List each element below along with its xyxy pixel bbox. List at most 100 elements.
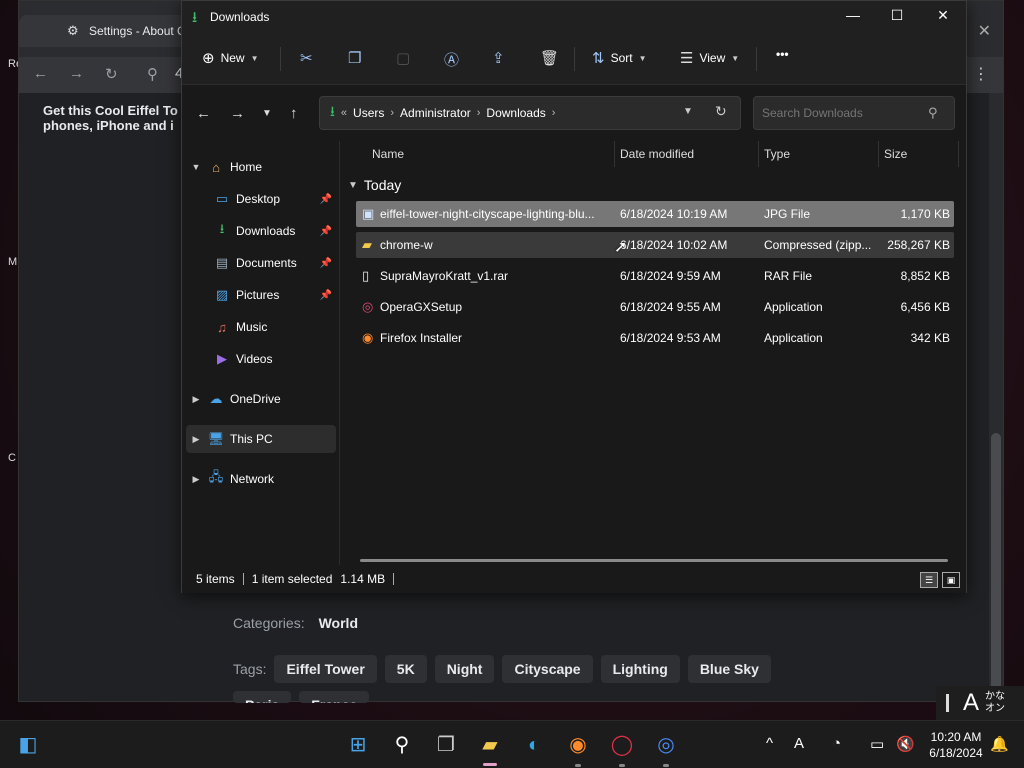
network-icon[interactable]: ▭	[870, 735, 884, 753]
nav-item-network[interactable]: ▶ 🖧 Network	[186, 465, 336, 493]
opera-icon[interactable]: ◯	[608, 731, 636, 759]
column-type[interactable]: Type	[764, 147, 790, 161]
view-button[interactable]: ☰ View ▼	[680, 49, 739, 67]
pin-icon[interactable]: 📌	[320, 258, 332, 269]
copy-button[interactable]: ❐	[348, 49, 361, 67]
browser-scrollbar[interactable]	[989, 93, 1003, 733]
tag-link[interactable]: France	[299, 691, 370, 703]
volume-muted-icon[interactable]: 🔇	[896, 735, 915, 753]
column-date-modified[interactable]: Date modified	[620, 147, 694, 161]
reload-icon[interactable]: ↻	[105, 65, 118, 83]
chevron-right-icon[interactable]: ›	[552, 107, 556, 119]
column-divider[interactable]	[958, 141, 959, 167]
chevron-right-icon[interactable]: ▶	[186, 394, 206, 405]
address-input[interactable]: ⭳ « Users › Administrator › Downloads ›	[319, 96, 741, 130]
tag-link[interactable]: Blue Sky	[687, 655, 771, 683]
nav-item-onedrive[interactable]: ▶ ☁ OneDrive	[186, 385, 336, 413]
back-arrow-icon[interactable]: ←	[196, 105, 211, 122]
chevron-down-icon[interactable]: ▼	[186, 162, 206, 172]
ime-indicator[interactable]: A かな オン	[936, 686, 1024, 720]
sort-button[interactable]: ⇅ Sort ▼	[592, 49, 647, 67]
horizontal-scrollbar[interactable]	[360, 559, 948, 562]
search-icon[interactable]: ⚲	[388, 731, 416, 759]
breadcrumb-administrator[interactable]: Administrator	[400, 106, 471, 120]
group-header-today[interactable]: ▼ Today	[348, 177, 401, 193]
category-link[interactable]: World	[319, 615, 358, 631]
title-bar[interactable]: ⭳ Downloads — ☐ ✕	[182, 1, 966, 33]
ime-icon[interactable]: ◔	[832, 735, 841, 752]
chevron-right-icon[interactable]: ›	[477, 107, 481, 119]
paste-button[interactable]: ▢	[396, 49, 410, 67]
file-row[interactable]: ▣ eiffel-tower-night-cityscape-lighting-…	[356, 201, 954, 227]
pin-icon[interactable]: 📌	[320, 194, 332, 205]
file-row[interactable]: ◉ Firefox Installer 6/18/2024 9:53 AM Ap…	[356, 325, 954, 351]
chevron-right-icon[interactable]: ▶	[186, 474, 206, 485]
column-divider[interactable]	[758, 141, 759, 167]
clock[interactable]: 10:20 AM 6/18/2024	[926, 729, 986, 761]
search-input[interactable]	[753, 96, 955, 130]
nav-item-downloads[interactable]: ⭳ Downloads 📌	[212, 217, 336, 245]
close-icon[interactable]: ✕	[978, 21, 991, 41]
edge-icon[interactable]: ◐	[520, 731, 548, 759]
forward-arrow-icon[interactable]: →	[230, 105, 245, 122]
tag-link[interactable]: Night	[434, 655, 495, 683]
tag-link[interactable]: Eiffel Tower	[274, 655, 377, 683]
refresh-icon[interactable]: ↻	[715, 103, 727, 120]
nav-item-videos[interactable]: ▶ Videos	[212, 345, 336, 373]
firefox-icon[interactable]: ◉	[564, 731, 592, 759]
nav-item-documents[interactable]: ▤ Documents 📌	[212, 249, 336, 277]
file-row[interactable]: ◎ OperaGXSetup 6/18/2024 9:55 AM Applica…	[356, 294, 954, 320]
browser-tab-settings[interactable]: ⚙ Settings - About C	[19, 15, 189, 47]
rename-button[interactable]: Ⓐ	[444, 49, 459, 70]
new-button[interactable]: ⊕ New ▼	[202, 49, 259, 67]
back-arrow-icon[interactable]: ←	[33, 65, 48, 82]
nav-item-pictures[interactable]: ▨ Pictures 📌	[212, 281, 336, 309]
tag-link[interactable]: Paris	[233, 691, 292, 703]
column-divider[interactable]	[878, 141, 879, 167]
maximize-icon[interactable]: ☐	[874, 7, 920, 27]
details-view-icon[interactable]: ☰	[920, 572, 938, 588]
file-row[interactable]: ▯ SupraMayroKratt_v1.rar 6/18/2024 9:59 …	[356, 263, 954, 289]
chevron-down-icon[interactable]: ▼	[683, 106, 693, 117]
nav-item-music[interactable]: ♫ Music	[212, 313, 336, 341]
nav-item-this-pc[interactable]: ▶ 🖥 This PC	[186, 425, 336, 453]
nav-item-desktop[interactable]: ▭ Desktop 📌	[212, 185, 336, 213]
file-explorer-icon[interactable]: ▰	[476, 731, 504, 759]
breadcrumb-overflow[interactable]: «	[341, 107, 347, 119]
task-view-icon[interactable]: ❐	[432, 731, 460, 759]
file-row[interactable]: ▰ chrome-w 6/18/2024 10:02 AM Compressed…	[356, 232, 954, 258]
minimize-icon[interactable]: —	[830, 7, 876, 27]
desktop-icon-label[interactable]: C	[8, 452, 16, 464]
tag-link[interactable]: Cityscape	[502, 655, 593, 683]
tiles-view-icon[interactable]: ▣	[942, 572, 960, 588]
chevron-right-icon[interactable]: ▶	[186, 434, 206, 445]
input-indicator-icon[interactable]: A	[794, 735, 804, 752]
chrome-icon[interactable]: ◎	[652, 731, 680, 759]
share-button[interactable]: ⇪	[492, 49, 505, 67]
kebab-menu-icon[interactable]: ⋮	[973, 64, 989, 84]
desktop-icon-label[interactable]: M	[8, 256, 17, 268]
site-info-icon[interactable]: ⚲	[147, 65, 158, 83]
forward-arrow-icon[interactable]: →	[69, 65, 84, 82]
column-divider[interactable]	[614, 141, 615, 167]
cut-button[interactable]: ✂	[300, 49, 313, 67]
widgets-icon[interactable]: ◧	[14, 731, 42, 759]
breadcrumb-users[interactable]: Users	[353, 106, 384, 120]
column-size[interactable]: Size	[884, 147, 907, 161]
delete-button[interactable]: 🗑	[540, 49, 559, 67]
nav-item-home[interactable]: ▼ ⌂ Home	[186, 153, 336, 181]
column-name[interactable]: Name	[372, 147, 404, 161]
pin-icon[interactable]: 📌	[320, 290, 332, 301]
close-icon[interactable]: ✕	[920, 7, 966, 27]
up-arrow-icon[interactable]: ↑	[290, 105, 298, 122]
pin-icon[interactable]: 📌	[320, 226, 332, 237]
chevron-right-icon[interactable]: ›	[390, 107, 394, 119]
chevron-up-icon[interactable]: ^	[766, 735, 773, 752]
notification-icon[interactable]: 🔔	[990, 735, 1009, 753]
breadcrumb-downloads[interactable]: Downloads	[486, 106, 545, 120]
windows-start-icon[interactable]: ⊞	[344, 731, 372, 759]
recent-locations-icon[interactable]: ▼	[262, 108, 272, 119]
tag-link[interactable]: Lighting	[600, 655, 680, 683]
see-more-button[interactable]: •••	[776, 47, 789, 61]
tag-link[interactable]: 5K	[384, 655, 427, 683]
